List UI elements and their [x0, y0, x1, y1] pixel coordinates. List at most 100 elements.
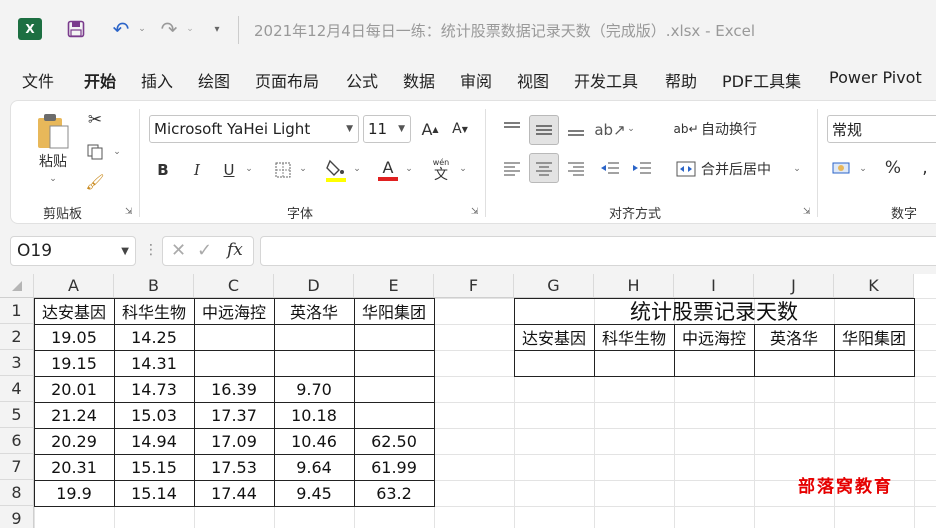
redo-dropdown-icon[interactable]: ⌄ — [184, 16, 196, 42]
summary-title-cell[interactable]: 统计股票记录天数 — [514, 298, 914, 324]
font-color-dropdown-icon[interactable]: ⌄ — [403, 161, 415, 177]
orientation-icon[interactable]: ab↗ — [594, 117, 625, 143]
merge-dropdown-icon[interactable]: ⌄ — [791, 161, 803, 177]
table-cell[interactable]: 21.24 — [34, 402, 114, 428]
merge-center-button[interactable]: 合并后居中 — [701, 157, 771, 181]
table-cell[interactable]: 14.31 — [114, 350, 194, 376]
font-name-select[interactable]: Microsoft YaHei Light ▼ — [149, 115, 359, 143]
table-cell[interactable] — [354, 324, 434, 350]
undo-icon[interactable]: ↶ — [110, 16, 132, 42]
summary-value-cell[interactable] — [594, 350, 674, 376]
table-cell[interactable]: 16.39 — [194, 376, 274, 402]
shrink-font-icon[interactable]: A ▼ — [449, 117, 471, 141]
table-cell[interactable]: 63.2 — [354, 480, 434, 506]
table-cell[interactable]: 14.73 — [114, 376, 194, 402]
tab-view[interactable]: 视图 — [517, 68, 549, 92]
table-cell[interactable]: 17.53 — [194, 454, 274, 480]
tab-formulas[interactable]: 公式 — [346, 68, 378, 92]
cut-icon[interactable]: ✂ — [83, 109, 107, 131]
copy-dropdown-icon[interactable]: ⌄ — [111, 145, 123, 159]
table-cell[interactable]: 14.94 — [114, 428, 194, 454]
summary-value-cell[interactable] — [754, 350, 834, 376]
decrease-indent-icon[interactable] — [597, 155, 623, 181]
table-cell[interactable]: 10.18 — [274, 402, 354, 428]
summary-header-cell[interactable]: 达安基因 — [514, 324, 594, 350]
cancel-icon[interactable]: ✕ — [171, 240, 186, 261]
name-box[interactable]: O19 ▼ — [10, 236, 136, 266]
more-options-icon[interactable]: ⋮ — [144, 242, 158, 258]
table-header-cell[interactable]: 达安基因 — [34, 298, 114, 324]
grow-font-icon[interactable]: A ▲ — [419, 117, 441, 141]
table-cell[interactable]: 62.50 — [354, 428, 434, 454]
table-cell[interactable] — [194, 350, 274, 376]
table-cell[interactable]: 9.45 — [274, 480, 354, 506]
table-cell[interactable]: 17.37 — [194, 402, 274, 428]
tab-file[interactable]: 文件 — [22, 68, 54, 92]
tab-data[interactable]: 数据 — [403, 68, 435, 92]
underline-dropdown-icon[interactable]: ⌄ — [243, 161, 255, 177]
number-format-select[interactable]: 常规 — [827, 115, 936, 143]
italic-button[interactable]: I — [185, 157, 209, 183]
paste-dropdown-icon[interactable]: ⌄ — [45, 173, 61, 185]
borders-dropdown-icon[interactable]: ⌄ — [297, 161, 309, 177]
paste-label[interactable]: 粘贴 — [35, 151, 71, 171]
summary-header-cell[interactable]: 中远海控 — [674, 324, 754, 350]
undo-dropdown-icon[interactable]: ⌄ — [136, 16, 148, 42]
copy-icon[interactable] — [83, 141, 107, 163]
table-cell[interactable] — [354, 376, 434, 402]
summary-header-cell[interactable]: 英洛华 — [754, 324, 834, 350]
tab-page-layout[interactable]: 页面布局 — [255, 68, 319, 92]
wrap-text-icon[interactable]: ab↵ — [673, 117, 698, 141]
save-icon[interactable] — [64, 16, 88, 42]
tab-power-pivot[interactable]: Power Pivot — [829, 68, 922, 87]
tab-insert[interactable]: 插入 — [141, 68, 173, 92]
table-cell[interactable]: 9.64 — [274, 454, 354, 480]
insert-function-icon[interactable]: fx — [227, 240, 243, 260]
table-cell[interactable]: 61.99 — [354, 454, 434, 480]
customize-toolbar-icon[interactable]: ▾ — [210, 16, 224, 42]
font-size-select[interactable]: 11 ▼ — [363, 115, 411, 143]
formula-input[interactable] — [260, 236, 936, 266]
phonetic-guide-icon[interactable]: wén 文 — [429, 155, 453, 185]
fill-color-icon[interactable] — [323, 155, 349, 185]
table-cell[interactable]: 9.70 — [274, 376, 354, 402]
table-cell[interactable]: 10.46 — [274, 428, 354, 454]
table-header-cell[interactable]: 中远海控 — [194, 298, 274, 324]
table-cell[interactable]: 17.44 — [194, 480, 274, 506]
phonetic-dropdown-icon[interactable]: ⌄ — [457, 161, 469, 177]
align-left-icon[interactable] — [499, 155, 525, 181]
summary-value-cell[interactable] — [834, 350, 914, 376]
fill-color-dropdown-icon[interactable]: ⌄ — [351, 161, 363, 177]
orientation-dropdown-icon[interactable]: ⌄ — [625, 121, 637, 137]
wrap-text-button[interactable]: 自动换行 — [701, 117, 757, 141]
table-cell[interactable]: 20.31 — [34, 454, 114, 480]
table-cell[interactable]: 14.25 — [114, 324, 194, 350]
table-cell[interactable]: 19.9 — [34, 480, 114, 506]
tab-help[interactable]: 帮助 — [665, 68, 697, 92]
table-cell[interactable]: 20.29 — [34, 428, 114, 454]
redo-icon[interactable]: ↷ — [158, 16, 180, 42]
table-cell[interactable]: 17.09 — [194, 428, 274, 454]
spreadsheet-grid[interactable]: ABCDEFGHIJK 123456789 达安基因 科华生物 中远海控 英洛华 华阳集… — [0, 274, 936, 528]
table-cell[interactable]: 20.01 — [34, 376, 114, 402]
table-cell[interactable]: 15.03 — [114, 402, 194, 428]
percent-style-button[interactable]: % — [881, 155, 905, 181]
tab-developer[interactable]: 开发工具 — [574, 68, 638, 92]
borders-icon[interactable] — [271, 157, 295, 183]
align-top-icon[interactable] — [499, 115, 525, 141]
align-center-icon[interactable] — [529, 153, 559, 183]
underline-button[interactable]: U — [217, 157, 241, 183]
summary-value-cell[interactable] — [514, 350, 594, 376]
table-cell[interactable]: 15.15 — [114, 454, 194, 480]
font-color-icon[interactable]: A — [375, 155, 401, 185]
align-middle-icon[interactable] — [529, 115, 559, 145]
table-cell[interactable]: 15.14 — [114, 480, 194, 506]
accounting-dropdown-icon[interactable]: ⌄ — [857, 161, 869, 177]
table-cell[interactable] — [194, 324, 274, 350]
table-cell[interactable] — [274, 324, 354, 350]
table-cell[interactable]: 19.15 — [34, 350, 114, 376]
summary-header-cell[interactable]: 科华生物 — [594, 324, 674, 350]
alignment-launcher-icon[interactable]: ⇲ — [803, 207, 811, 217]
table-header-cell[interactable]: 华阳集团 — [354, 298, 434, 324]
accounting-format-icon[interactable] — [829, 155, 855, 181]
